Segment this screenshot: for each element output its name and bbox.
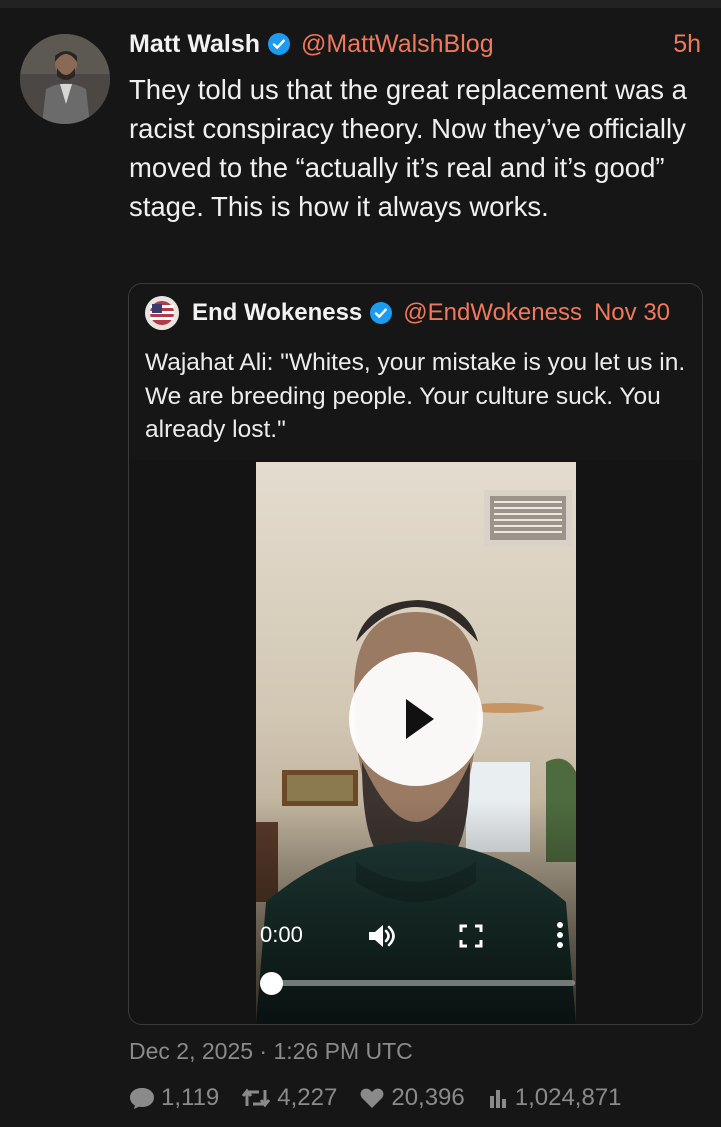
views-stat[interactable]: 1,024,871: [487, 1084, 622, 1112]
quoted-tweet-text: Wajahat Ali: "Whites, your mistake is yo…: [145, 349, 686, 443]
like-icon: [360, 1088, 384, 1108]
quoted-tweet-date[interactable]: Nov 30: [594, 299, 670, 327]
tweet-header: Matt Walsh @MattWalshBlog 5h: [129, 28, 701, 60]
play-icon: [406, 699, 434, 739]
author-name[interactable]: Matt Walsh: [129, 30, 260, 59]
tweet-stats: 1,119 4,227 20,396 1,024,871: [129, 1081, 644, 1115]
views-count: 1,024,871: [514, 1084, 622, 1111]
play-button[interactable]: [349, 652, 483, 786]
video-current-time: 0:00: [260, 922, 303, 947]
tweet-text: They told us that the great replacement …: [129, 74, 687, 222]
quoted-tweet[interactable]: End Wokeness @EndWokeness Nov 30 Wajahat…: [128, 283, 703, 1025]
retweet-stat[interactable]: 4,227: [241, 1084, 337, 1112]
video-progress-bar[interactable]: [271, 980, 575, 986]
reply-stat[interactable]: 1,119: [129, 1084, 219, 1112]
top-border: [0, 0, 721, 8]
more-vertical-icon[interactable]: [556, 920, 564, 955]
verified-badge-icon: [267, 32, 291, 56]
verified-badge-icon: [369, 301, 393, 325]
author-avatar[interactable]: [20, 34, 110, 124]
reply-icon: [130, 1088, 154, 1109]
like-stat[interactable]: 20,396: [359, 1084, 465, 1112]
tweet-timestamp[interactable]: Dec 2, 2025 · 1:26 PM UTC: [129, 1038, 413, 1065]
author-handle[interactable]: @MattWalshBlog: [301, 30, 494, 59]
volume-icon[interactable]: [366, 921, 396, 956]
quoted-author-name[interactable]: End Wokeness: [192, 299, 362, 327]
video-player[interactable]: 0:00: [130, 460, 701, 1024]
quoted-author-handle[interactable]: @EndWokeness: [403, 299, 582, 327]
quoted-author-avatar[interactable]: [145, 296, 179, 330]
quoted-tweet-header: End Wokeness @EndWokeness Nov 30: [145, 296, 688, 330]
fullscreen-icon[interactable]: [458, 923, 484, 954]
retweet-count: 4,227: [277, 1084, 338, 1111]
reply-count: 1,119: [161, 1084, 220, 1111]
video-progress-thumb[interactable]: [260, 972, 283, 995]
tweet-time[interactable]: 5h: [673, 30, 701, 59]
views-icon: [489, 1090, 506, 1108]
like-count: 20,396: [391, 1084, 465, 1111]
retweet-icon: [242, 1088, 271, 1108]
